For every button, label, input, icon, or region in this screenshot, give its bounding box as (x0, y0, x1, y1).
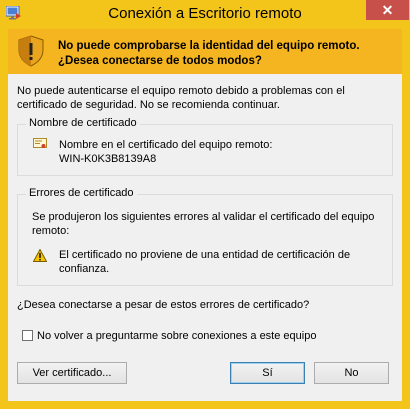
intro-text: No puede autenticarse el equipo remoto d… (17, 85, 345, 111)
cert-error-item: El certificado no proviene de una entida… (59, 249, 351, 275)
cert-errors-description: Se produjeron los siguientes errores al … (32, 211, 375, 237)
warning-headline: No puede comprobarse la identidad del eq… (58, 40, 360, 67)
dialog-window: Conexión a Escritorio remoto ✕ No puede … (0, 0, 410, 409)
title-bar[interactable]: Conexión a Escritorio remoto ✕ (0, 0, 410, 27)
dont-ask-again-checkbox[interactable] (22, 330, 33, 341)
warning-shield-icon (18, 35, 44, 67)
cert-name-value: WIN-K0K3B8139A8 (59, 153, 157, 165)
cert-errors-legend: Errores de certificado (26, 187, 137, 199)
question-text: ¿Desea conectarse a pesar de estos error… (17, 299, 310, 311)
dont-ask-again-label[interactable]: No volver a preguntarme sobre conexiones… (37, 329, 316, 343)
close-button[interactable]: ✕ (366, 0, 409, 20)
window-title: Conexión a Escritorio remoto (108, 5, 302, 22)
yes-button[interactable]: Sí (230, 362, 305, 384)
certificate-icon (33, 138, 47, 148)
view-certificate-button[interactable]: Ver certificado... (17, 362, 127, 384)
cert-name-legend: Nombre de certificado (26, 117, 140, 129)
no-button[interactable]: No (314, 362, 389, 384)
close-icon: ✕ (381, 2, 394, 18)
warning-icon (33, 249, 47, 262)
cert-name-label: Nombre en el certificado del equipo remo… (59, 139, 273, 151)
